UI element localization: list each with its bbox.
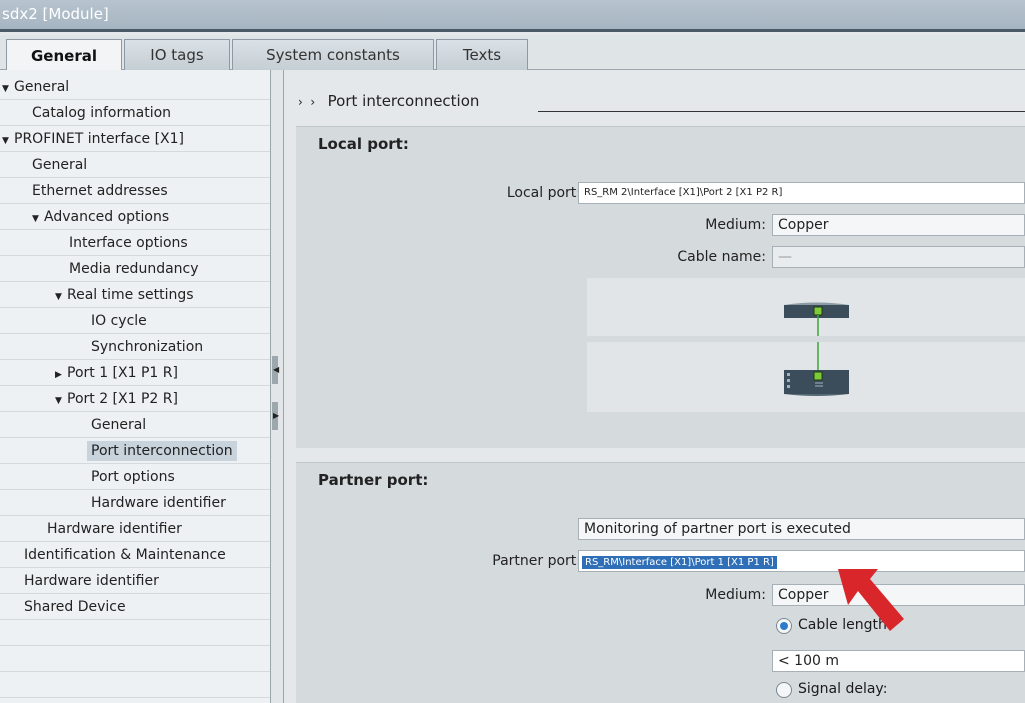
tree-item-synchronization[interactable]: Synchronization <box>0 334 270 360</box>
tab-system-constants[interactable]: System constants <box>232 39 434 70</box>
tree-item-port-options[interactable]: Port options <box>0 464 270 490</box>
cable-length-field[interactable]: < 100 m <box>772 650 1025 672</box>
tree-item-ethernet-addresses[interactable]: Ethernet addresses <box>0 178 270 204</box>
partner-port-selected-text: RS_RM\Interface [X1]\Port 1 [X1 P1 R] <box>582 556 777 569</box>
tab-bar: General IO tags System constants Texts <box>0 35 1025 71</box>
partner-device-panel <box>587 342 1025 412</box>
annotation-arrow-icon <box>838 569 904 631</box>
signal-delay-radio[interactable] <box>776 682 792 698</box>
partner-port-title: Partner port: <box>318 471 429 489</box>
expanded-arrow-icon[interactable]: ▼ <box>55 388 67 414</box>
tree-empty-row <box>0 672 270 698</box>
local-device-icon <box>784 302 849 336</box>
expanded-arrow-icon[interactable]: ▼ <box>2 128 14 154</box>
expand-right-handle[interactable]: ▶ <box>272 402 280 430</box>
tree-item-port-2-general[interactable]: General <box>0 412 270 438</box>
cable-name-field[interactable]: — <box>772 246 1025 268</box>
tree-item-port-hardware-identifier[interactable]: Hardware identifier <box>0 490 270 516</box>
arrow-right-icon: ▶ <box>273 411 280 420</box>
local-port-panel: Local port: Local port: RS_RM 2\Interfac… <box>296 126 1025 448</box>
local-medium-label: Medium: <box>705 217 766 233</box>
tab-io-tags[interactable]: IO tags <box>124 39 230 70</box>
partner-medium-label: Medium: <box>705 587 766 603</box>
tree-item-port-1[interactable]: ▶ Port 1 [X1 P1 R] <box>0 360 270 386</box>
section-header[interactable]: › › Port interconnection <box>298 92 1025 112</box>
tree-item-media-redundancy[interactable]: Media redundancy <box>0 256 270 282</box>
tree-item-profinet-interface[interactable]: ▼ PROFINET interface [X1] <box>0 126 270 152</box>
tree-item-interface-options[interactable]: Interface options <box>0 230 270 256</box>
collapsed-arrow-icon[interactable]: ▶ <box>55 362 67 388</box>
local-port-label: Local port: <box>506 185 581 201</box>
monitoring-field[interactable]: Monitoring of partner port is executed <box>578 518 1025 540</box>
window-titlebar: sdx2 [Module] <box>0 0 1025 32</box>
tree-item-identification-maintenance[interactable]: Identification & Maintenance <box>0 542 270 568</box>
tree-item-shared-device[interactable]: Shared Device <box>0 594 270 620</box>
tree-item-port-interconnection[interactable]: Port interconnection <box>0 438 270 464</box>
double-chevron-icon: › › <box>298 95 323 109</box>
partner-port-label: Partner port: <box>492 553 581 569</box>
local-port-field[interactable]: RS_RM 2\Interface [X1]\Port 2 [X1 P2 R] <box>578 182 1025 204</box>
expanded-arrow-icon[interactable]: ▼ <box>55 284 67 310</box>
header-divider <box>538 111 1025 112</box>
arrow-left-icon: ◀ <box>273 365 280 374</box>
cable-name-label: Cable name: <box>677 249 766 265</box>
partner-device-icon <box>784 342 849 396</box>
tree-item-catalog-information[interactable]: Catalog information <box>0 100 270 126</box>
tree-item-interface-hardware-identifier[interactable]: Hardware identifier <box>0 516 270 542</box>
tab-general[interactable]: General <box>6 39 122 71</box>
expanded-arrow-icon[interactable]: ▼ <box>2 76 14 102</box>
partner-port-field[interactable]: RS_RM\Interface [X1]\Port 1 [X1 P1 R] <box>578 550 1025 572</box>
collapse-left-handle[interactable]: ◀ <box>272 356 280 384</box>
cable-length-radio[interactable] <box>776 618 792 634</box>
properties-content: › › Port interconnection Local port: Loc… <box>284 70 1025 703</box>
window-title: sdx2 [Module] <box>2 5 109 23</box>
local-port-title: Local port: <box>318 135 409 153</box>
signal-delay-label: Signal delay: <box>798 681 888 697</box>
tree-item-advanced-options[interactable]: ▼ Advanced options <box>0 204 270 230</box>
tree-item-general[interactable]: ▼ General <box>0 74 270 100</box>
navigation-tree: ▼ General Catalog information ▼ PROFINET i… <box>0 70 270 703</box>
tree-item-real-time-settings[interactable]: ▼ Real time settings <box>0 282 270 308</box>
tree-empty-row <box>0 646 270 672</box>
breadcrumb: Port interconnection <box>327 92 480 110</box>
local-device-panel <box>587 278 1025 336</box>
expanded-arrow-icon[interactable]: ▼ <box>32 206 44 232</box>
tree-item-port-2[interactable]: ▼ Port 2 [X1 P2 R] <box>0 386 270 412</box>
local-medium-field[interactable]: Copper <box>772 214 1025 236</box>
tree-item-io-cycle[interactable]: IO cycle <box>0 308 270 334</box>
tree-item-interface-general[interactable]: General <box>0 152 270 178</box>
panel-splitter[interactable]: ◀ ▶ <box>270 70 284 703</box>
tab-texts[interactable]: Texts <box>436 39 528 70</box>
tree-item-hardware-identifier[interactable]: Hardware identifier <box>0 568 270 594</box>
tree-empty-row <box>0 620 270 646</box>
partner-port-panel: Partner port: Monitoring of partner port… <box>296 462 1025 703</box>
